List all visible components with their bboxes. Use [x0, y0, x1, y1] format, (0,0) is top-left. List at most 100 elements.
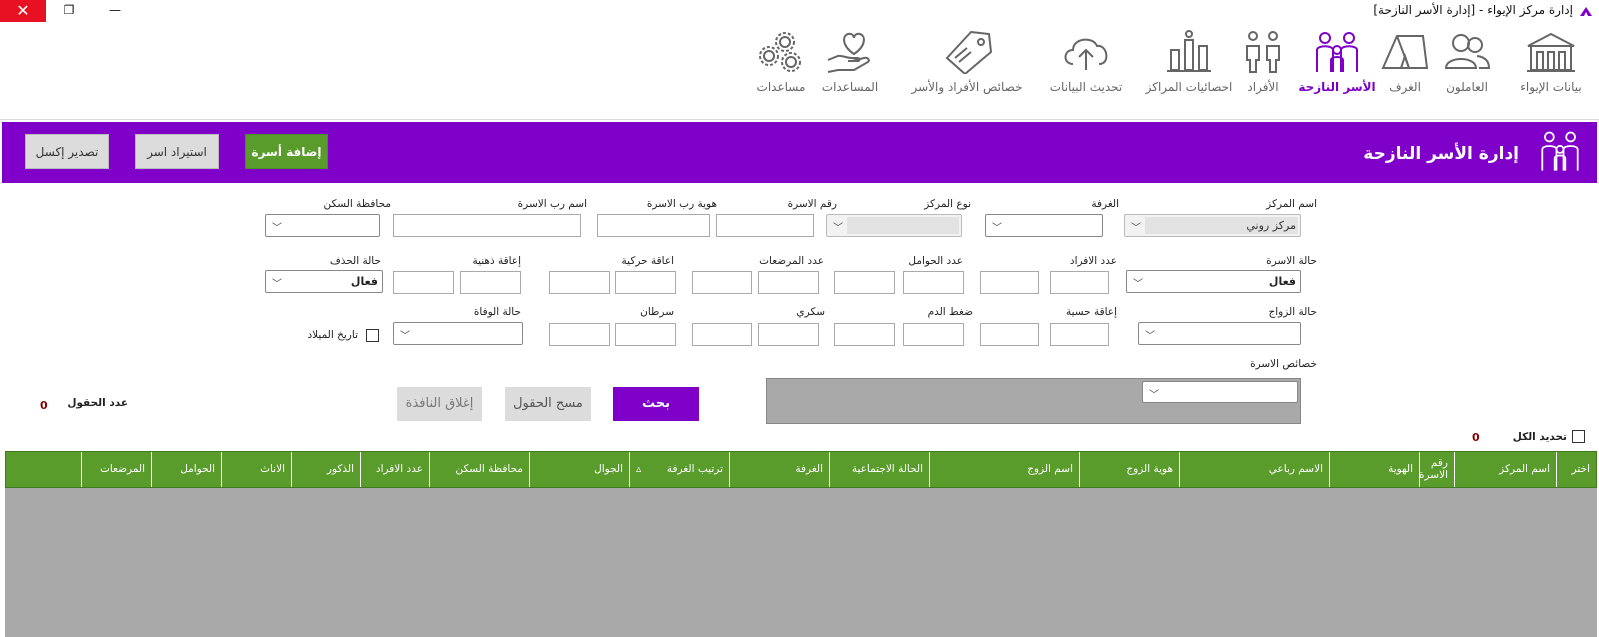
mental-disability-input-2[interactable] [393, 271, 454, 294]
column-header[interactable]: المرضعات [81, 452, 151, 487]
family-traits-panel: ﹀ [766, 378, 1301, 424]
export-excel-button[interactable]: تصدير إكسل [25, 134, 109, 169]
column-header[interactable]: عدد الافراد [360, 452, 429, 487]
page-title: إدارة الأسر النازحة [1363, 144, 1519, 164]
column-header[interactable]: اسم المركز [1454, 452, 1556, 487]
ribbon-item-staff[interactable]: العاملون [1435, 30, 1499, 94]
fields-count-label: عدد الحقول [67, 397, 128, 409]
close-window-button[interactable]: إغلاق النافذة [397, 387, 482, 421]
blood-pressure-input[interactable] [903, 323, 964, 346]
ribbon-item-displaced-families[interactable]: الأسر النازحة [1297, 30, 1377, 94]
residence-gov-label: محافظة السكن [323, 198, 391, 210]
chevron-down-icon: ﹀ [992, 223, 1002, 234]
ribbon-item-help[interactable]: مساعدات [751, 30, 811, 94]
sensory-disability-input-2[interactable] [980, 323, 1039, 346]
ribbon-label: تحديث البيانات [1049, 80, 1123, 94]
residence-gov-select[interactable]: ﹀ [265, 214, 380, 237]
close-button[interactable]: ✕ [0, 0, 46, 22]
ribbon-label: الأسر النازحة [1298, 80, 1376, 94]
head-id-label: هوية رب الاسرة [646, 198, 717, 210]
search-button[interactable]: بحث [613, 387, 699, 421]
sort-ascending-icon: ▵ [636, 462, 642, 475]
ribbon-label: الأفراد [1247, 80, 1279, 94]
column-header[interactable]: ترتيب الغرفة ▵ [629, 452, 729, 487]
center-name-label: اسم المركز [1266, 198, 1317, 210]
family-traits-select[interactable]: ﹀ [1142, 381, 1298, 403]
ribbon-item-update-data[interactable]: تحديث البيانات [1041, 30, 1131, 94]
room-select[interactable]: ﹀ [985, 214, 1103, 237]
head-name-input[interactable] [393, 214, 581, 237]
bar-chart-icon [1167, 30, 1211, 72]
birth-date-checkbox[interactable] [366, 329, 379, 342]
ribbon-item-shelter-data[interactable]: بيانات الإيواء [1511, 30, 1591, 94]
diabetes-input-2[interactable] [692, 323, 752, 346]
restore-button[interactable]: ❐ [46, 0, 92, 22]
column-header[interactable]: هوية الزوج [1079, 452, 1179, 487]
ribbon-item-center-stats[interactable]: احصائيات المراكز [1139, 30, 1239, 94]
title-bar: ✕ ❐ — إدارة مركز الإيواء - [إدارة الأسر … [0, 0, 1599, 22]
pregnant-count-input-2[interactable] [834, 271, 895, 294]
pregnant-count-input[interactable] [903, 271, 964, 294]
column-header[interactable]: اختر [1556, 452, 1596, 487]
family-status-select[interactable]: ﹀ فعال [1126, 270, 1301, 293]
tent-icon [1381, 35, 1429, 69]
nursing-count-input[interactable] [758, 271, 819, 294]
chevron-down-icon: ﹀ [272, 279, 282, 290]
column-header[interactable]: الاناث [221, 452, 291, 487]
pregnant-count-label: عدد الحوامل [908, 255, 963, 267]
clear-fields-button[interactable]: مسح الحقول [505, 387, 591, 421]
nursing-count-label: عدد المرضعات [759, 255, 824, 267]
motor-disability-label: اعاقة حركية [621, 255, 674, 267]
column-header[interactable]: الحالة الاجتماعية [829, 452, 929, 487]
motor-disability-input[interactable] [615, 271, 676, 294]
center-name-select[interactable]: ﹀ مركز روني [1124, 214, 1301, 237]
marital-status-select[interactable]: ﹀ [1138, 322, 1301, 345]
mental-disability-input[interactable] [460, 271, 521, 294]
cancer-input[interactable] [615, 323, 676, 346]
column-header[interactable]: الغرفة [729, 452, 829, 487]
import-families-button[interactable]: استيراد اسر [135, 134, 219, 169]
grid-body[interactable] [5, 488, 1597, 637]
family-status-label: حالة الاسرة [1266, 255, 1317, 267]
family-status-value: فعال [1268, 275, 1296, 288]
center-type-select[interactable]: ﹀ [826, 214, 962, 237]
ribbon-label: الغرف [1389, 80, 1421, 94]
family-traits-label: خصائص الاسرة [1250, 358, 1317, 370]
column-header[interactable]: الذكور [291, 452, 360, 487]
minimize-button[interactable]: — [92, 0, 138, 22]
add-family-button[interactable]: إضافة أسرة [245, 134, 328, 169]
family-no-input[interactable] [716, 214, 814, 237]
deletion-status-select[interactable]: ﹀ فعال [265, 270, 383, 293]
column-header[interactable]: الجوال [529, 452, 629, 487]
ribbon-label: بيانات الإيواء [1520, 80, 1582, 94]
nursing-count-input-2[interactable] [692, 271, 752, 294]
ribbon-item-individuals[interactable]: الأفراد [1233, 30, 1293, 94]
column-header[interactable]: رقم الاسرة [1419, 452, 1454, 487]
blood-pressure-input-2[interactable] [834, 323, 895, 346]
blood-pressure-label: ضغط الدم [927, 306, 973, 318]
ribbon-item-aid[interactable]: المساعدات [815, 30, 885, 94]
ribbon-item-rooms[interactable]: الغرف [1375, 30, 1435, 94]
death-status-select[interactable]: ﹀ [393, 322, 523, 345]
diabetes-input[interactable] [758, 323, 819, 346]
members-count-input-2[interactable] [980, 271, 1039, 294]
ribbon-label: العاملون [1446, 80, 1488, 94]
select-all-checkbox[interactable] [1572, 430, 1585, 443]
column-header[interactable]: الحوامل [151, 452, 221, 487]
head-id-input[interactable] [597, 214, 710, 237]
ribbon-item-traits[interactable]: خصائص الأفراد والأسر [897, 30, 1037, 94]
cancer-label: سرطان [640, 306, 674, 318]
members-count-input[interactable] [1050, 271, 1109, 294]
motor-disability-input-2[interactable] [549, 271, 610, 294]
column-header[interactable]: الهوية [1329, 452, 1419, 487]
persons-icon [1246, 31, 1280, 73]
birth-date-label: تاريخ الميلاد [307, 329, 358, 341]
members-count-label: عدد الافراد [1069, 255, 1117, 267]
sensory-disability-input[interactable] [1050, 323, 1109, 346]
cloud-upload-icon [1064, 38, 1108, 70]
column-header[interactable]: محافظة السكن [429, 452, 529, 487]
column-header[interactable]: اسم الزوج [929, 452, 1079, 487]
column-header[interactable]: الاسم رباعي [1179, 452, 1329, 487]
cancer-input-2[interactable] [549, 323, 610, 346]
ribbon-label: مساعدات [756, 80, 806, 94]
